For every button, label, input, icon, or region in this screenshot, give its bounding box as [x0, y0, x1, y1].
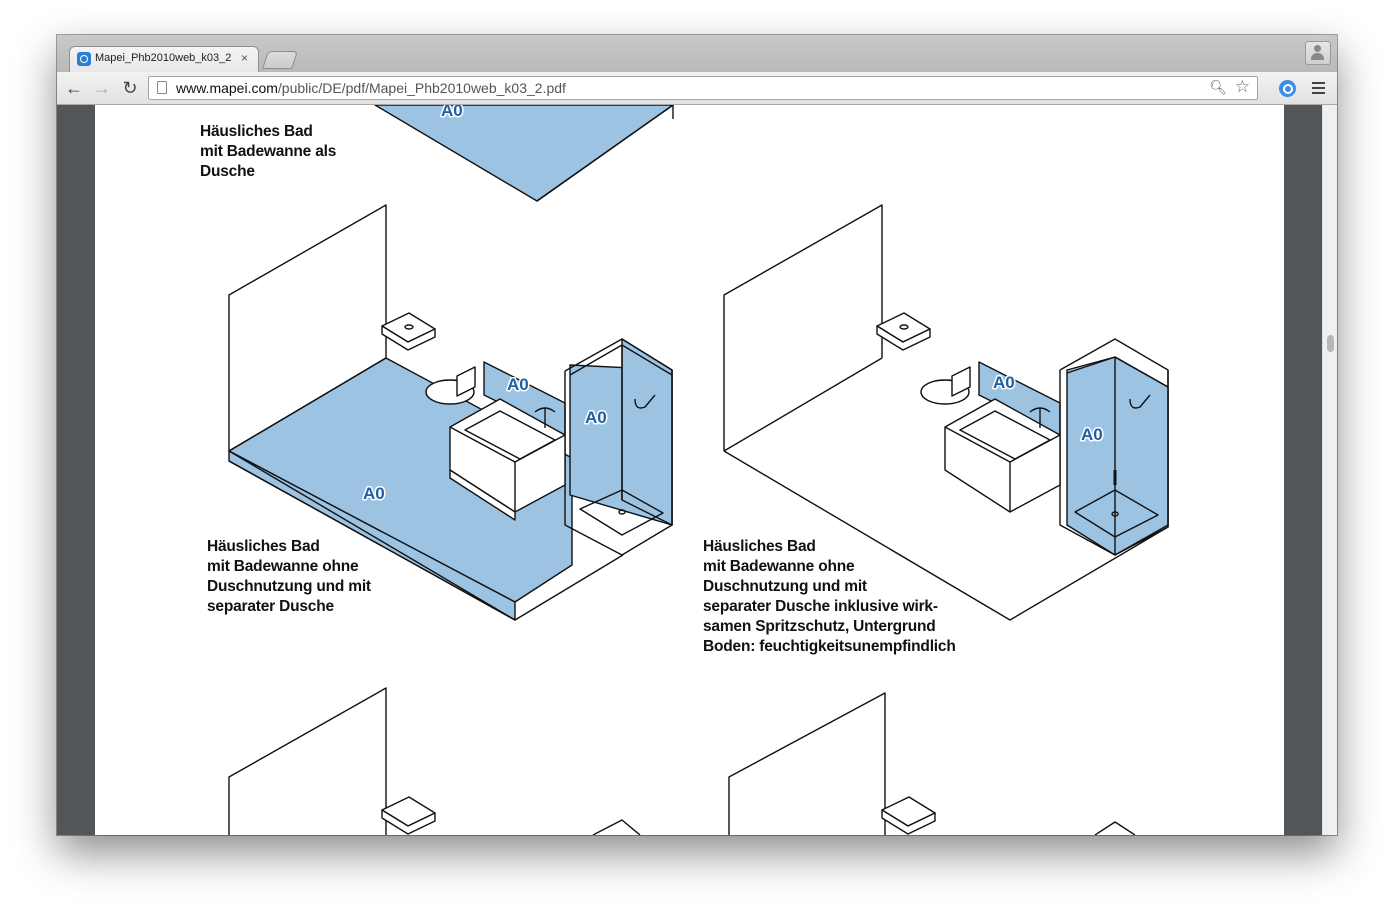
reload-button[interactable]: ↻ — [119, 77, 141, 99]
back-button[interactable]: ← — [63, 77, 85, 99]
scroll-thumb[interactable] — [1327, 335, 1334, 352]
zoom-icon[interactable]: 🔍︎ — [1209, 79, 1227, 96]
caption-line: Duschnutzung und mit — [207, 578, 371, 595]
caption-line: mit Badewanne ohne — [207, 558, 359, 575]
extension-icon[interactable] — [1279, 80, 1296, 97]
scrollbar[interactable] — [1322, 105, 1337, 835]
star-icon[interactable]: ☆ — [1235, 77, 1250, 97]
bathroom-illustrations: A0 A0 A0 A0 A0 A0 — [228, 105, 1169, 835]
browser-window: Mapei_Phb2010web_k03_2 × ← → ↻ www.mapei… — [57, 35, 1337, 835]
caption-line: samen Spritzschutz, Untergrund — [703, 618, 936, 635]
page-icon — [157, 81, 167, 94]
caption-line: Häusliches Bad — [703, 538, 816, 555]
zone-label: A0 — [441, 105, 463, 120]
pdf-page: A0 A0 A0 A0 A0 A0 Häusliches Bad mit Bad… — [95, 105, 1284, 835]
url-path: /public/DE/pdf/Mapei_Phb2010web_k03_2.pd… — [277, 80, 566, 96]
tab-strip: Mapei_Phb2010web_k03_2 × — [57, 35, 1337, 72]
address-bar[interactable]: www.mapei.com/public/DE/pdf/Mapei_Phb201… — [148, 76, 1258, 100]
new-tab-button[interactable] — [262, 51, 298, 69]
zone-label: A0 — [1081, 425, 1103, 444]
zone-label: A0 — [507, 375, 529, 394]
diagram-bottom-right — [728, 692, 1136, 835]
forward-button[interactable]: → — [91, 77, 113, 99]
caption-top: Häusliches Bad mit Badewanne als Dusche — [200, 122, 336, 182]
caption-line: Dusche — [200, 163, 255, 180]
zone-label: A0 — [585, 408, 607, 427]
zone-label: A0 — [363, 484, 385, 503]
menu-icon[interactable] — [1312, 82, 1325, 94]
caption-line: Boden: feuchtigkeitsunempfindlich — [703, 638, 956, 655]
diagram-top: A0 — [374, 105, 674, 202]
url-host: www.mapei.com — [176, 80, 278, 96]
caption-line: Häusliches Bad — [207, 538, 320, 555]
caption-line: Häusliches Bad — [200, 123, 313, 140]
pdf-viewer[interactable]: A0 A0 A0 A0 A0 A0 Häusliches Bad mit Bad… — [57, 105, 1337, 835]
tab-title: Mapei_Phb2010web_k03_2 — [95, 52, 232, 64]
diagram-bottom-left — [228, 687, 641, 835]
caption-line: separater Dusche inklusive wirk- — [703, 598, 938, 615]
toolbar: ← → ↻ www.mapei.com/public/DE/pdf/Mapei_… — [57, 72, 1337, 105]
caption-middle-left: Häusliches Bad mit Badewanne ohne Duschn… — [207, 537, 371, 617]
profile-icon[interactable] — [1305, 41, 1331, 65]
caption-line: mit Badewanne ohne — [703, 558, 855, 575]
tab-active[interactable]: Mapei_Phb2010web_k03_2 × — [69, 46, 259, 72]
favicon-icon — [77, 52, 91, 66]
zone-label: A0 — [993, 373, 1015, 392]
caption-line: separater Dusche — [207, 598, 334, 615]
caption-line: mit Badewanne als — [200, 143, 337, 160]
caption-middle-right: Häusliches Bad mit Badewanne ohne Duschn… — [703, 537, 956, 657]
caption-line: Duschnutzung und mit — [703, 578, 867, 595]
url-text[interactable]: www.mapei.com/public/DE/pdf/Mapei_Phb201… — [176, 80, 566, 96]
tab-close-icon[interactable]: × — [241, 51, 248, 65]
